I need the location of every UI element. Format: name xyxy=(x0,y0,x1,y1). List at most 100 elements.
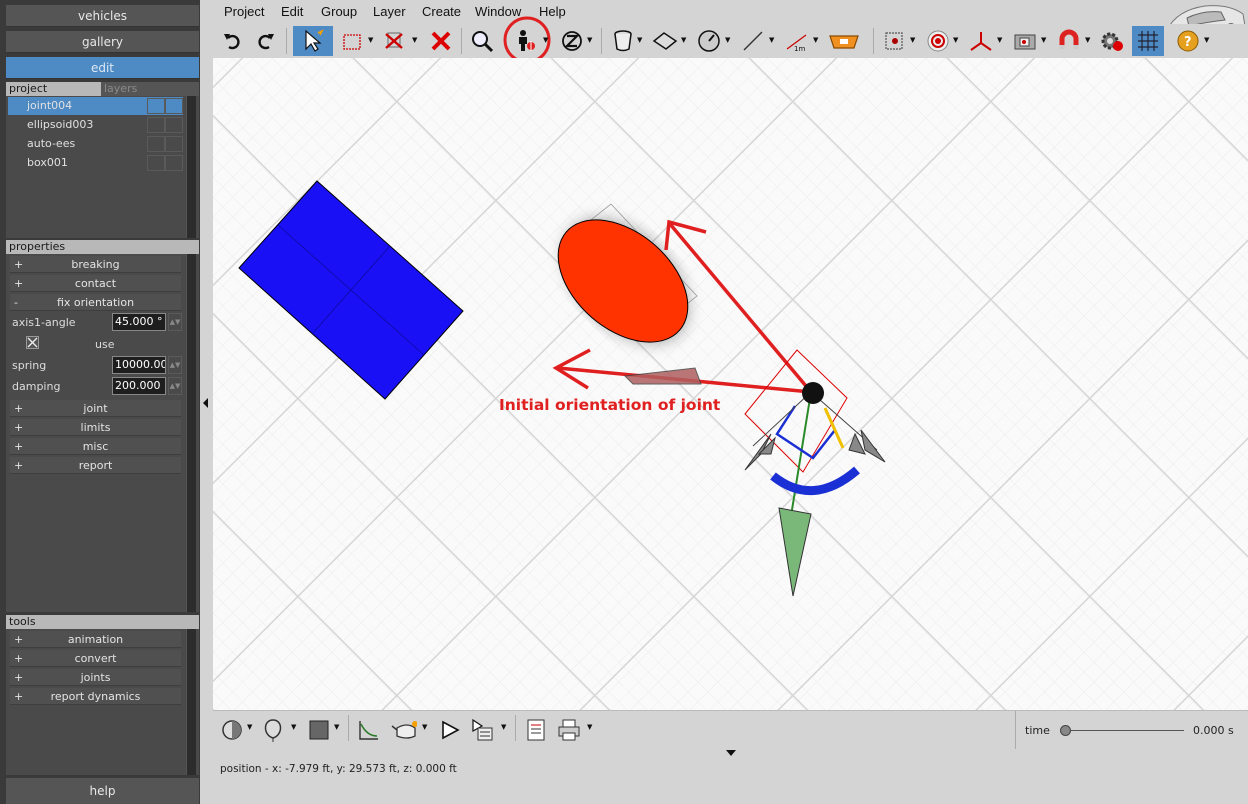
tree-item[interactable]: ellipsoid003 xyxy=(8,116,183,134)
prop-breaking[interactable]: + breaking xyxy=(10,256,181,273)
selection-box-button[interactable] xyxy=(337,26,367,56)
edit-button[interactable]: edit xyxy=(6,57,199,79)
axis1-angle-spinner[interactable]: ▲▼ xyxy=(168,313,182,331)
menu-group[interactable]: Group xyxy=(321,4,357,19)
shading-button[interactable] xyxy=(219,717,245,743)
lock-cell[interactable] xyxy=(165,155,183,171)
magnet-button[interactable] xyxy=(1054,26,1084,56)
tool-animation[interactable]: + animation xyxy=(10,631,181,648)
target-icon xyxy=(927,30,949,52)
zoom-icon xyxy=(472,31,494,53)
axes-button[interactable] xyxy=(966,26,996,56)
tool-joints[interactable]: + joints xyxy=(10,669,181,686)
grid-button[interactable] xyxy=(1132,26,1164,56)
prop-report[interactable]: + report xyxy=(10,457,181,474)
menu-edit[interactable]: Edit xyxy=(281,4,303,19)
tree-item[interactable]: joint004 xyxy=(8,97,183,115)
gallery-button[interactable]: gallery xyxy=(6,31,199,53)
help-button[interactable]: help xyxy=(6,778,199,804)
lock-cell[interactable] xyxy=(165,98,183,114)
visibility-cell[interactable] xyxy=(147,155,165,171)
collapse-icon: - xyxy=(14,296,18,309)
time-control: time 0.000 s xyxy=(1015,711,1248,749)
teapot-button[interactable] xyxy=(391,717,417,743)
spring-field[interactable]: 10000.000 xyxy=(112,356,166,374)
3d-viewport[interactable]: Initial orientation of joint xyxy=(213,58,1248,710)
gear-icon xyxy=(1101,32,1123,51)
menu-project[interactable]: Project xyxy=(224,4,264,19)
scene-canvas[interactable] xyxy=(213,58,1248,710)
play-button[interactable] xyxy=(437,717,463,743)
prop-contact[interactable]: + contact xyxy=(10,275,181,292)
prop-fix-orientation[interactable]: - fix orientation xyxy=(10,294,181,311)
prop-limits[interactable]: + limits xyxy=(10,419,181,436)
measure-text: 1m xyxy=(794,45,805,53)
measure-button[interactable]: 1m xyxy=(782,26,812,56)
visibility-cell[interactable] xyxy=(147,136,165,152)
properties-scrollbar[interactable] xyxy=(186,254,196,612)
gauge-button[interactable] xyxy=(694,26,724,56)
printer-icon xyxy=(558,719,580,741)
tool-report-dynamics[interactable]: + report dynamics xyxy=(10,688,181,705)
lock-cell[interactable] xyxy=(165,136,183,152)
expand-icon: + xyxy=(14,402,24,415)
target-box-icon xyxy=(885,32,903,50)
tab-layers[interactable]: layers xyxy=(101,82,199,96)
help-icon: ? xyxy=(1177,30,1199,52)
material-button[interactable] xyxy=(260,717,286,743)
step-button[interactable] xyxy=(470,717,496,743)
axis1-angle-field[interactable]: 45.000 ° xyxy=(112,313,166,331)
expand-icon: + xyxy=(14,690,24,703)
print-button[interactable] xyxy=(556,717,582,743)
spring-spinner[interactable]: ▲▼ xyxy=(168,356,182,374)
zoom-button[interactable] xyxy=(467,26,497,56)
vehicles-button[interactable]: vehicles xyxy=(6,5,199,27)
camera-button[interactable] xyxy=(1010,26,1040,56)
redo-button[interactable] xyxy=(251,26,281,56)
menu-create[interactable]: Create xyxy=(422,4,461,19)
use-checkbox[interactable] xyxy=(26,336,39,349)
report-button[interactable] xyxy=(523,717,549,743)
help-tool-button[interactable]: ? xyxy=(1173,26,1203,56)
tool-convert[interactable]: + convert xyxy=(10,650,181,667)
z-rotate-button[interactable] xyxy=(557,26,587,56)
prop-misc[interactable]: + misc xyxy=(10,438,181,455)
visibility-cell[interactable] xyxy=(147,117,165,133)
tree-item-label: box001 xyxy=(27,156,68,169)
delete-button[interactable] xyxy=(426,26,456,56)
target-box-button[interactable] xyxy=(880,26,910,56)
prop-joint[interactable]: + joint xyxy=(10,400,181,417)
color-button[interactable] xyxy=(306,717,332,743)
step-play-icon xyxy=(472,718,493,741)
ruler-button[interactable] xyxy=(826,26,862,56)
menu-layer[interactable]: Layer xyxy=(373,4,406,19)
target-button[interactable] xyxy=(923,26,953,56)
cylinder-button[interactable] xyxy=(608,26,638,56)
tree-item[interactable]: box001 xyxy=(8,154,183,172)
undo-button[interactable] xyxy=(217,26,247,56)
damping-field[interactable]: 200.000 N xyxy=(112,377,166,395)
tree-item[interactable]: auto-ees xyxy=(8,135,183,153)
plane-button[interactable] xyxy=(650,26,680,56)
properties-panel: + breaking + contact - fix orientation axis… xyxy=(6,254,199,612)
graph-button[interactable] xyxy=(356,717,382,743)
expand-down-icon[interactable] xyxy=(725,749,737,757)
tree-scrollbar[interactable] xyxy=(186,96,196,238)
visibility-cell[interactable] xyxy=(147,98,165,114)
line-button[interactable] xyxy=(738,26,768,56)
prop-joint-label: joint xyxy=(83,402,108,415)
collapse-panel-icon[interactable] xyxy=(203,398,208,408)
settings-button[interactable] xyxy=(1097,26,1127,56)
select-arrow-icon xyxy=(305,29,324,52)
tools-scrollbar[interactable] xyxy=(186,629,196,775)
time-slider-track[interactable] xyxy=(1066,730,1184,731)
pin-delete-button[interactable] xyxy=(379,26,409,56)
tab-project[interactable]: project xyxy=(6,82,101,96)
z-rotate-icon xyxy=(562,31,582,51)
time-slider-handle[interactable] xyxy=(1060,725,1071,736)
expand-icon: + xyxy=(14,652,24,665)
select-tool-button[interactable] xyxy=(293,26,333,56)
cylinder-icon xyxy=(614,30,632,52)
lock-cell[interactable] xyxy=(165,117,183,133)
damping-spinner[interactable]: ▲▼ xyxy=(168,377,182,395)
